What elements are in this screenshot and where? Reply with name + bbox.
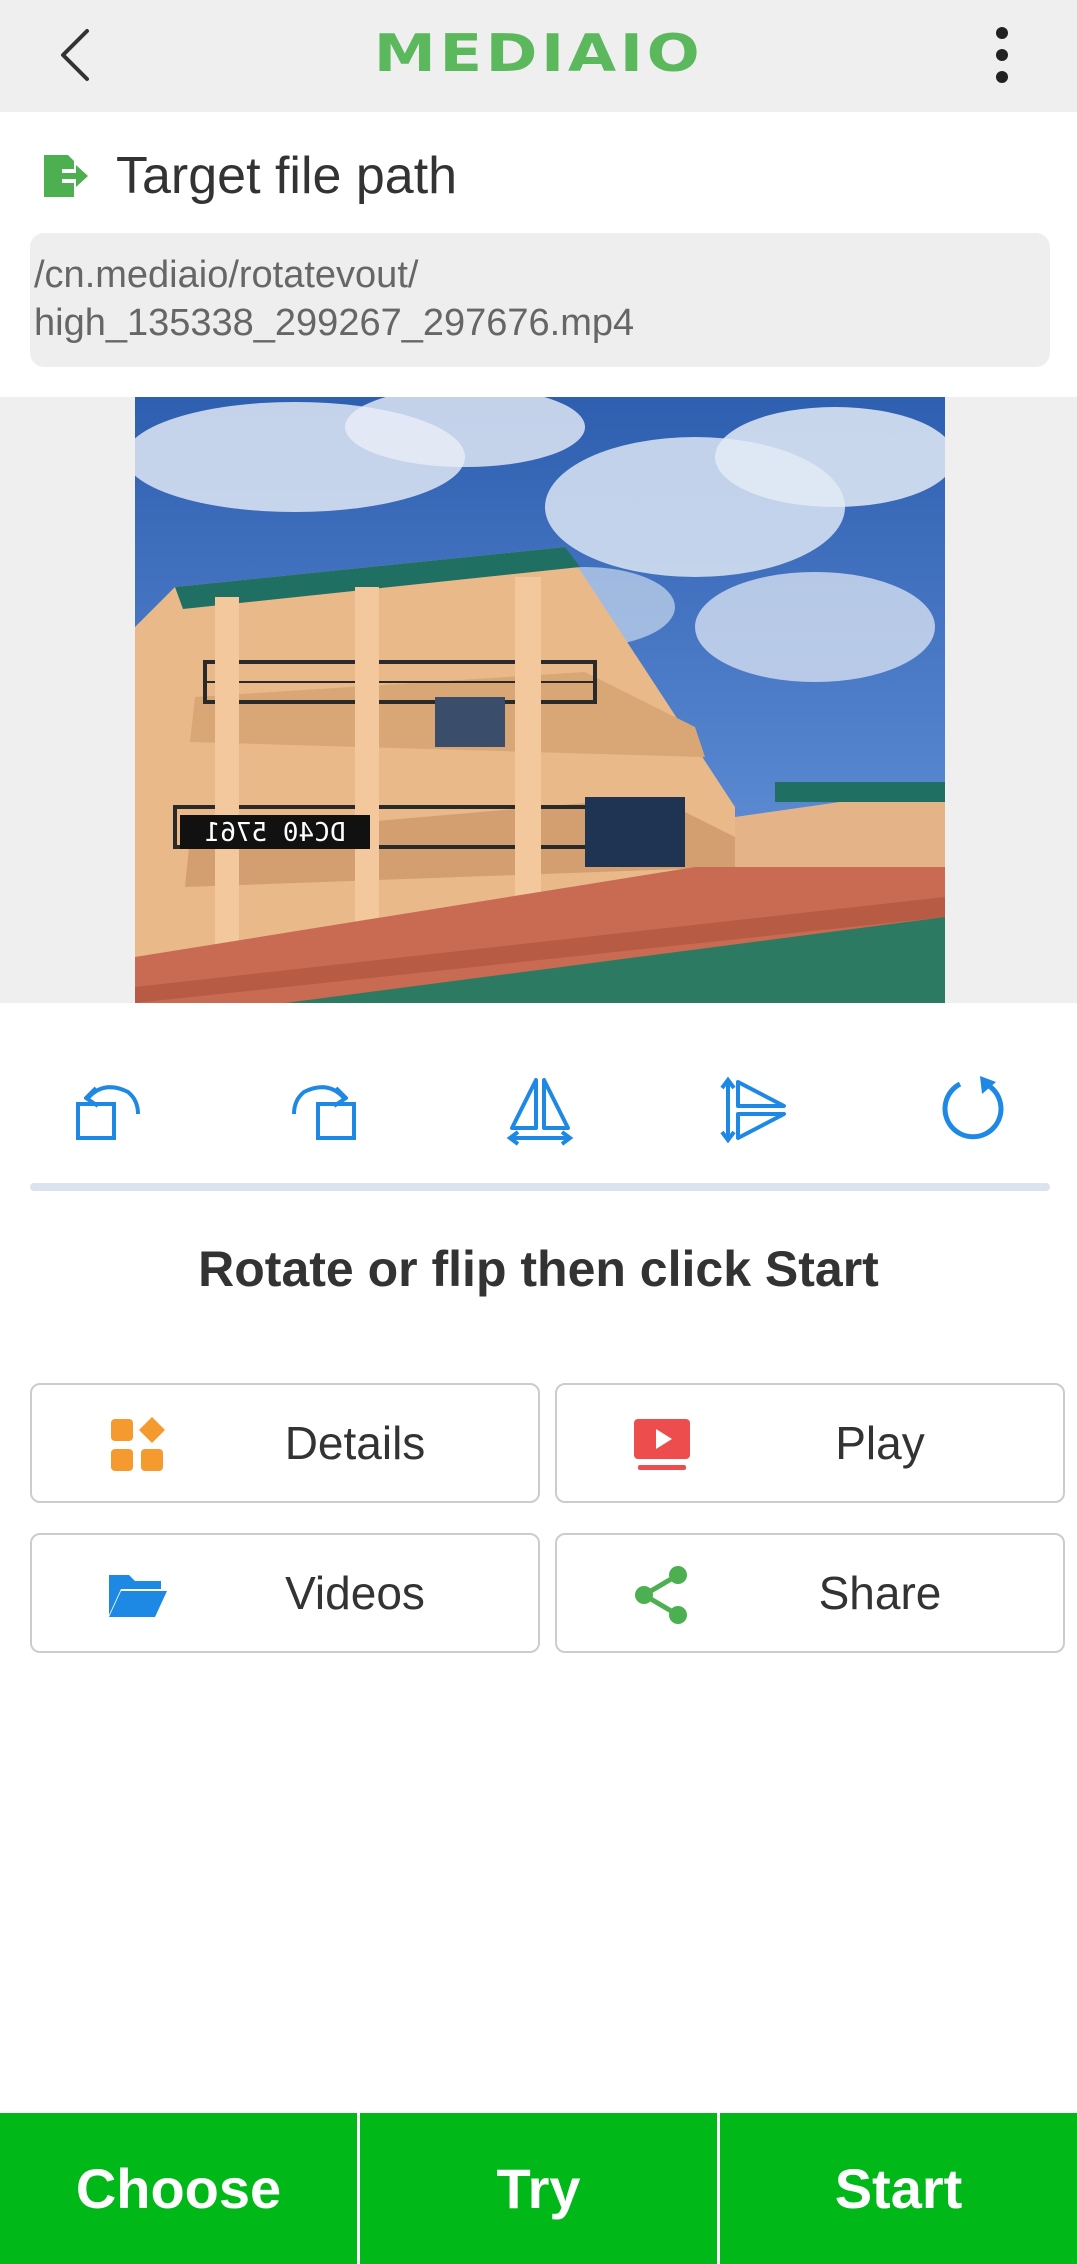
video-preview-area: DC40 5761 [0,397,1077,1003]
videos-button[interactable]: Videos [30,1533,540,1653]
choose-button[interactable]: Choose [0,2113,357,2264]
reset-button[interactable] [922,1060,1022,1160]
share-icon [635,1566,687,1624]
start-button[interactable]: Start [717,2113,1077,2264]
flip-horizontal-button[interactable] [490,1060,590,1160]
flip-horizontal-icon [506,1078,574,1146]
app-logo: MEDIAIO [373,24,704,84]
details-icon [111,1417,165,1471]
play-button[interactable]: Play [555,1383,1065,1503]
flip-vertical-icon [720,1076,786,1144]
overflow-menu-button[interactable] [967,20,1037,90]
rotate-right-button[interactable] [274,1060,374,1160]
rotate-left-icon [76,1085,140,1140]
transform-toolbar [0,1060,1077,1160]
folder-open-icon [109,1575,167,1617]
flip-vertical-button[interactable] [706,1060,806,1160]
share-label: Share [818,1567,942,1619]
play-video-icon [634,1419,690,1470]
export-file-icon [44,155,88,197]
play-label: Play [835,1417,925,1469]
details-button[interactable]: Details [30,1383,540,1503]
reset-icon [942,1076,1004,1140]
video-preview[interactable]: DC40 5761 [135,397,945,1003]
rotate-left-button[interactable] [58,1060,158,1160]
instruction-text: Rotate or flip then click Start [198,1241,879,1297]
video-frame-image: DC40 5761 [135,397,945,1003]
try-button[interactable]: Try [357,2113,717,2264]
videos-label: Videos [285,1567,425,1619]
target-path-header: Target file path [40,146,457,206]
video-overlay-text: DC40 5761 [205,818,346,848]
share-button[interactable]: Share [555,1533,1065,1653]
more-vertical-icon [996,27,1008,83]
target-path-title: Target file path [116,147,458,205]
details-label: Details [284,1417,426,1469]
target-path-section: Target file path /cn.mediaio/rotatevout/… [0,112,1077,397]
bottom-action-bar: Choose Try Start [0,2113,1077,2264]
rotate-right-icon [292,1085,356,1140]
target-path-value: /cn.mediaio/rotatevout/ high_135338_2992… [30,233,1050,367]
progress-divider [30,1183,1050,1191]
app-bar: MEDIAIO [0,0,1077,112]
